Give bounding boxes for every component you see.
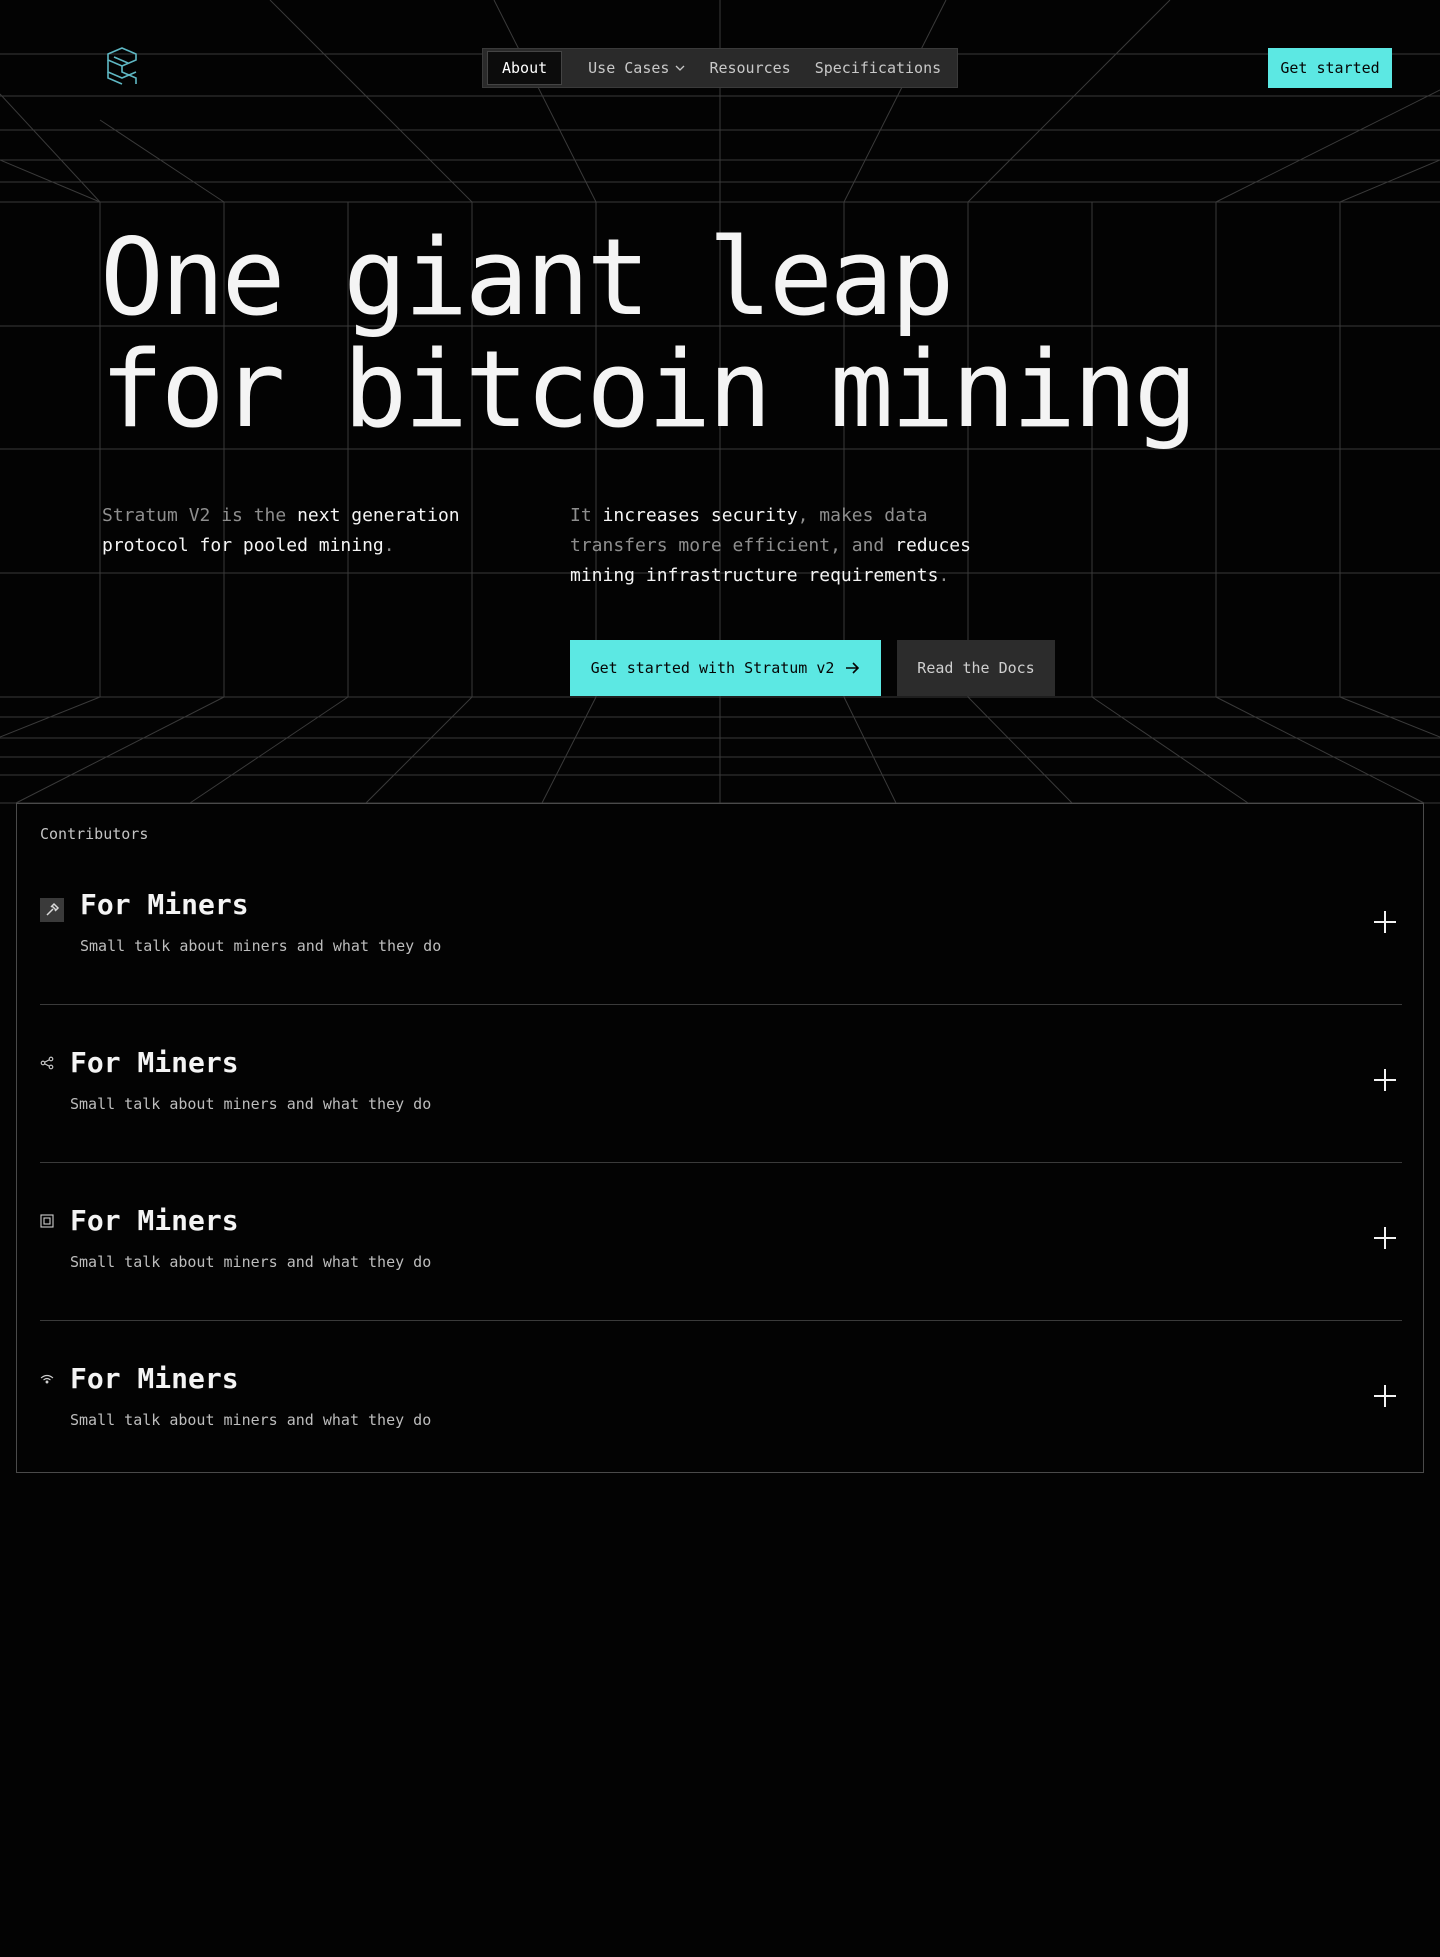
hero-intro-text: Stratum V2 is the next generation protoc… bbox=[102, 501, 502, 561]
hero-title-line-1: One giant leap bbox=[100, 216, 954, 339]
chip-icon bbox=[40, 1214, 54, 1228]
contributor-row[interactable]: For Miners Small talk about miners and w… bbox=[40, 846, 1402, 1005]
get-started-button[interactable]: Get started bbox=[1268, 48, 1392, 88]
row-description: Small talk about miners and what they do bbox=[80, 937, 442, 955]
plus-icon[interactable] bbox=[1372, 909, 1398, 935]
grid-line bbox=[189, 696, 349, 804]
row-title: For Miners bbox=[70, 1204, 239, 1237]
intro-text-part: Stratum V2 is the bbox=[102, 505, 298, 526]
row-description: Small talk about miners and what they do bbox=[70, 1095, 432, 1113]
chevron-down-icon bbox=[675, 65, 685, 71]
grid-line bbox=[541, 696, 597, 804]
grid-line bbox=[1339, 159, 1440, 203]
hero-title: One giant leap for bitcoin mining bbox=[100, 216, 1198, 451]
grid-line bbox=[967, 696, 1073, 804]
row-title: For Miners bbox=[70, 1046, 239, 1079]
plus-icon[interactable] bbox=[1372, 1225, 1398, 1251]
read-docs-button[interactable]: Read the Docs bbox=[897, 640, 1055, 696]
get-started-stratum-button[interactable]: Get started with Stratum v2 bbox=[570, 640, 881, 696]
benefits-text-part: It bbox=[570, 505, 603, 526]
grid-line bbox=[0, 159, 101, 203]
plus-icon[interactable] bbox=[1372, 1383, 1398, 1409]
hammer-icon bbox=[40, 898, 64, 922]
intro-text-part: . bbox=[383, 535, 395, 556]
get-started-stratum-label: Get started with Stratum v2 bbox=[590, 659, 835, 677]
contributors-label: Contributors bbox=[40, 825, 149, 843]
nav-about[interactable]: About bbox=[487, 51, 563, 85]
row-title: For Miners bbox=[70, 1362, 239, 1395]
main-menu: About Use Cases Resources Specifications bbox=[482, 48, 958, 88]
row-description: Small talk about miners and what they do bbox=[70, 1253, 432, 1271]
nav-use-cases[interactable]: Use Cases bbox=[576, 52, 697, 84]
plus-icon[interactable] bbox=[1372, 1067, 1398, 1093]
grid-line bbox=[843, 696, 897, 804]
row-description: Small talk about miners and what they do bbox=[70, 1411, 432, 1429]
row-title: For Miners bbox=[80, 888, 249, 921]
benefits-text-part: . bbox=[938, 565, 950, 586]
wifi-icon bbox=[40, 1374, 54, 1384]
nav-specifications[interactable]: Specifications bbox=[803, 52, 953, 84]
contributor-row[interactable]: For Miners Small talk about miners and w… bbox=[40, 1320, 1402, 1478]
grid-line bbox=[1091, 696, 1249, 804]
contributors-panel: Contributors For Miners Small talk about… bbox=[16, 803, 1424, 1473]
hero-title-line-2: for bitcoin mining bbox=[100, 328, 1198, 451]
nav-use-cases-label: Use Cases bbox=[588, 59, 670, 77]
stratum-logo-icon[interactable] bbox=[104, 46, 140, 86]
grid-line bbox=[365, 696, 473, 804]
arrow-right-icon bbox=[846, 662, 860, 674]
top-navigation: About Use Cases Resources Specifications… bbox=[0, 0, 1440, 135]
share-icon bbox=[40, 1056, 54, 1070]
grid-line bbox=[1215, 696, 1425, 804]
nav-resources[interactable]: Resources bbox=[697, 52, 802, 84]
grid-line bbox=[15, 696, 225, 804]
hero-benefits-text: It increases security, makes data transf… bbox=[570, 501, 1000, 591]
contributor-row[interactable]: For Miners Small talk about miners and w… bbox=[40, 1162, 1402, 1321]
contributor-row[interactable]: For Miners Small talk about miners and w… bbox=[40, 1004, 1402, 1163]
benefits-text-highlight: increases security bbox=[602, 505, 798, 526]
